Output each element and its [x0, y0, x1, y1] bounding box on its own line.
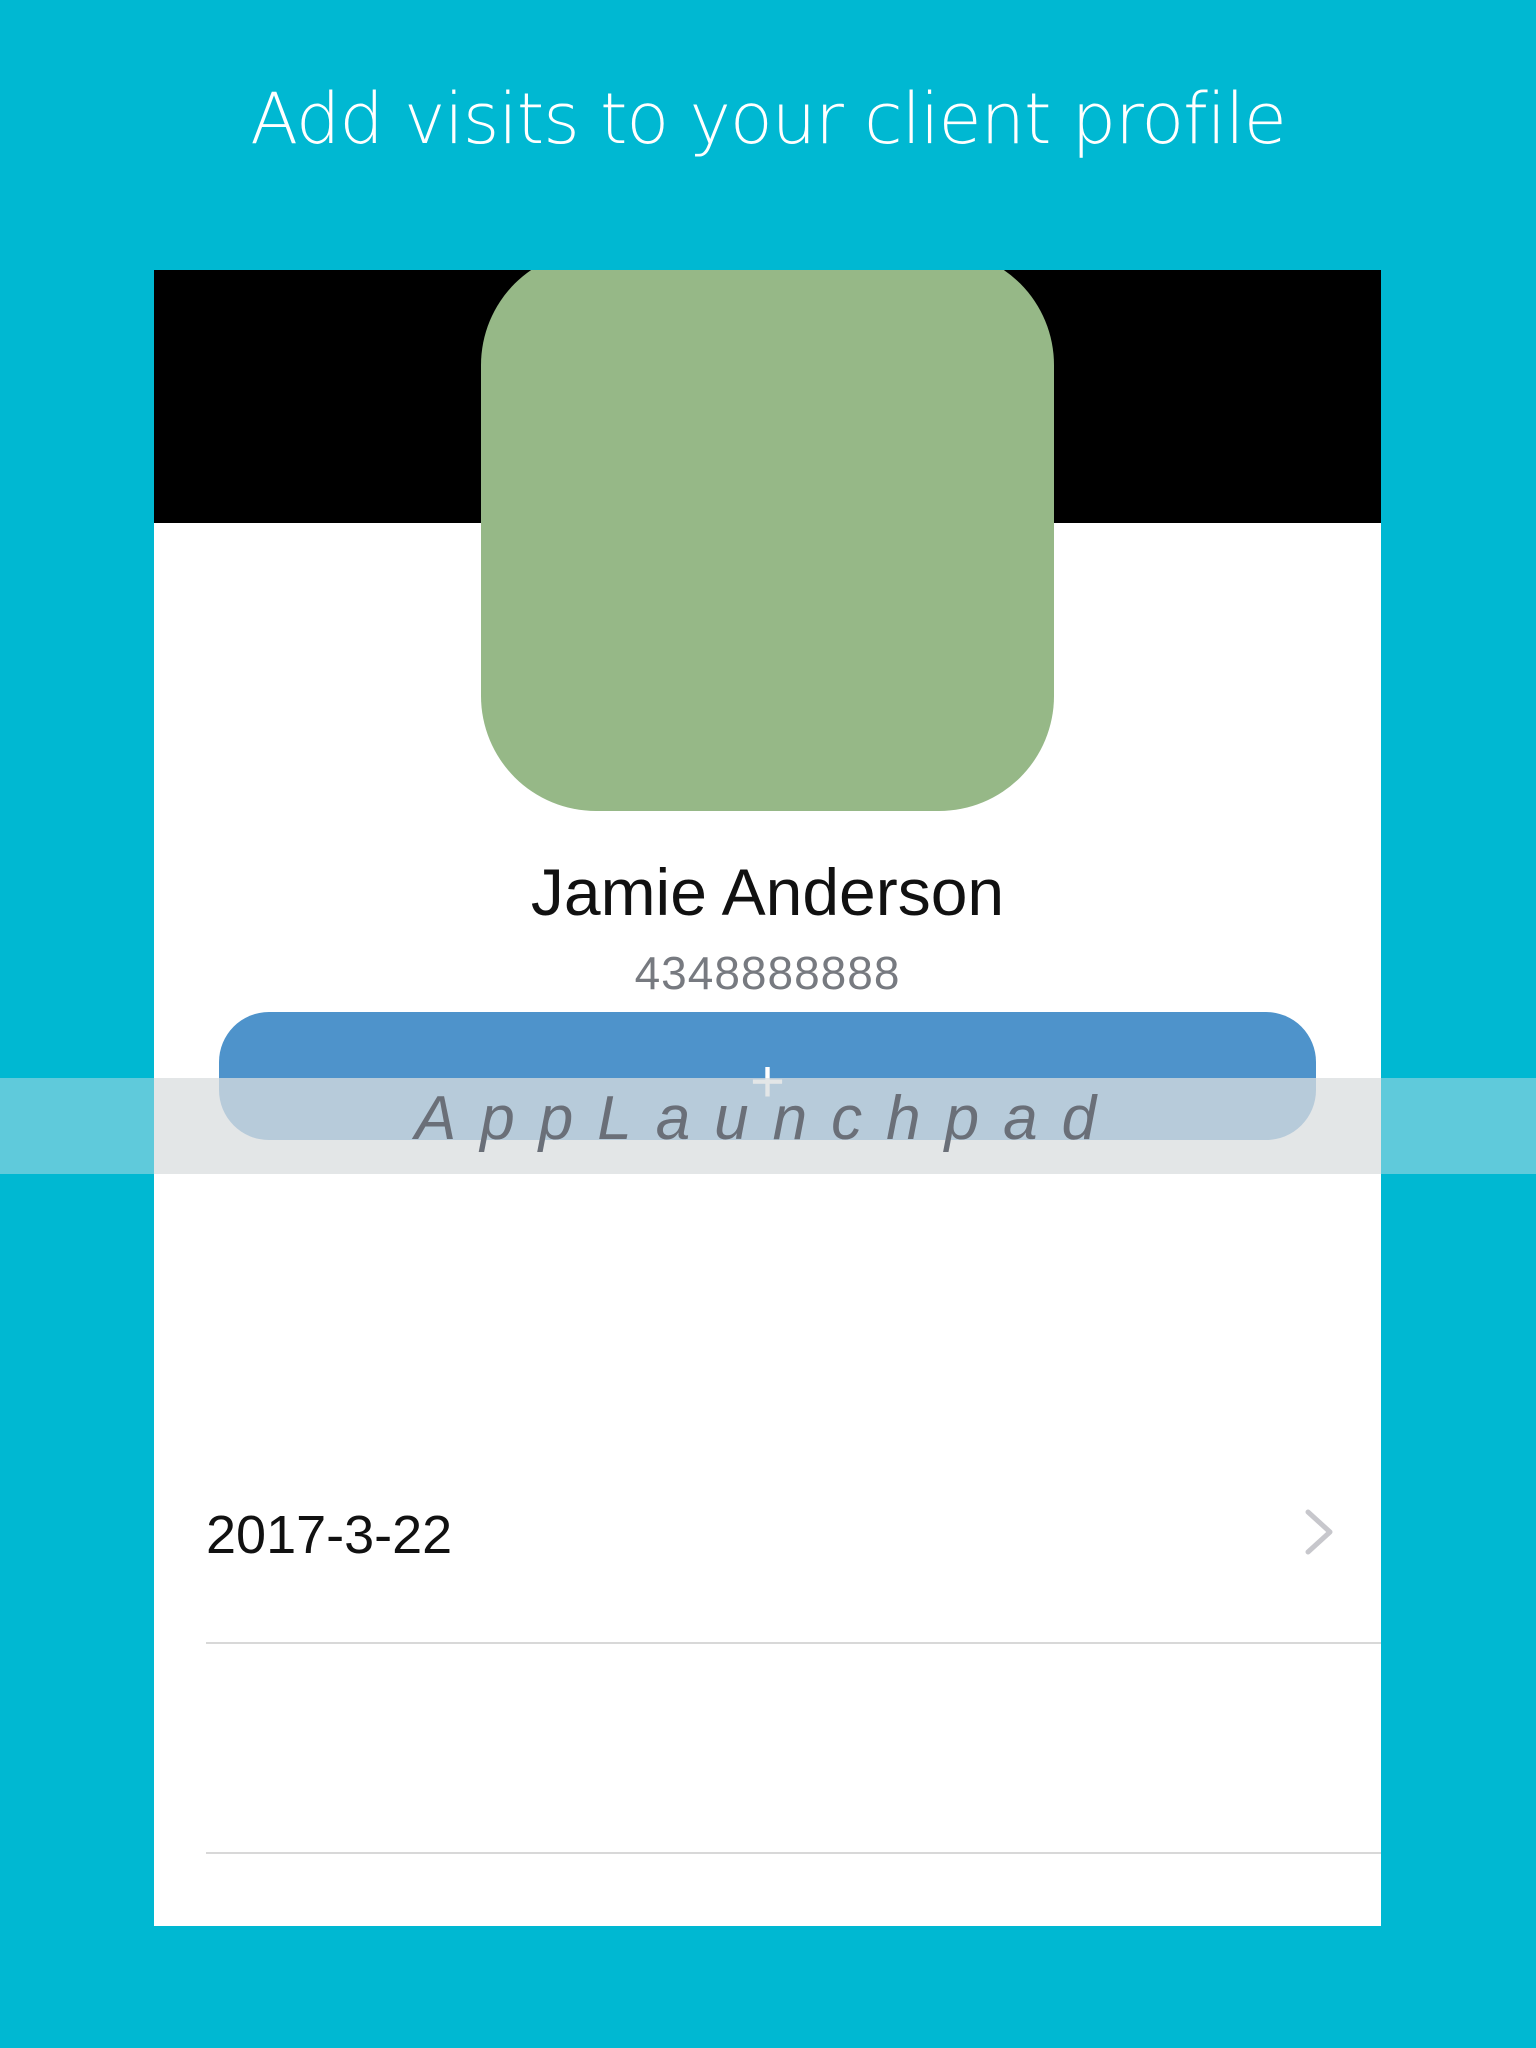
client-phone[interactable]: 4348888888	[154, 946, 1381, 1000]
visit-date: 2017-3-22	[206, 1505, 453, 1565]
client-avatar[interactable]	[481, 270, 1054, 811]
watermark-text: AppLaunchpad	[414, 1084, 1121, 1153]
visit-row[interactable]	[206, 1644, 1381, 1854]
visit-list: 2017-3-22	[154, 1380, 1381, 1926]
promo-headline: Add visits to your client profile	[250, 78, 1287, 160]
chevron-right-icon	[1305, 1509, 1333, 1555]
visit-row[interactable]: 2017-3-22	[206, 1380, 1381, 1644]
visit-row[interactable]	[206, 1854, 1381, 1926]
client-name: Jamie Anderson	[530, 855, 1005, 929]
